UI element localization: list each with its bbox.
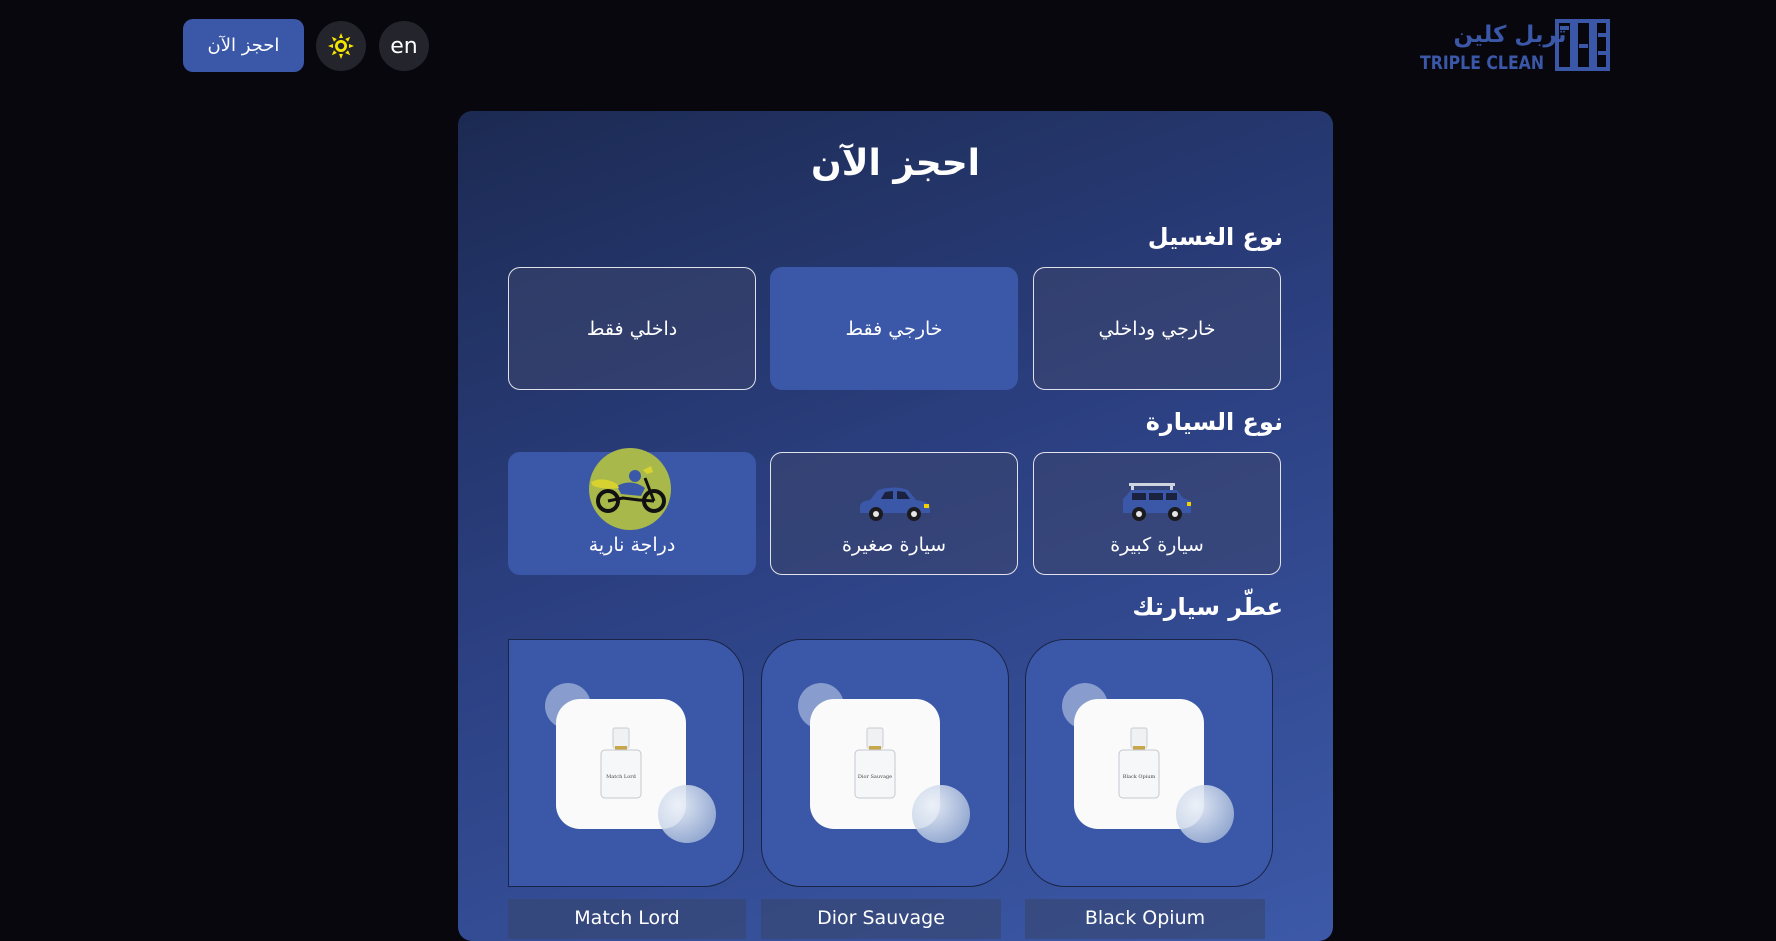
theme-toggle-button[interactable]	[316, 21, 366, 71]
wash-option-label: خارجي وداخلي	[1098, 317, 1216, 340]
booking-card: احجز الآن نوع الغسيل خارجي وداخلي خارجي …	[458, 111, 1333, 941]
small-car-icon	[854, 472, 934, 532]
svg-text:Black Opium: Black Opium	[1123, 774, 1156, 780]
book-now-button[interactable]: احجز الآن	[183, 19, 304, 72]
sun-icon	[328, 33, 354, 59]
svg-text:Match Lord: Match Lord	[606, 774, 636, 780]
svg-text:تربل كلين: تربل كلين	[1454, 22, 1567, 48]
perfume-card-dior-sauvage[interactable]: Dior Sauvage	[761, 639, 1009, 887]
top-bar: احجز الآن en تربل كلين TRIPLE CLEAN	[0, 0, 1776, 95]
page-title: احجز الآن	[810, 143, 981, 184]
wash-option-interior-only[interactable]: داخلي فقط	[508, 267, 756, 390]
wash-type-heading: نوع الغسيل	[1147, 223, 1283, 251]
motorcycle-icon	[587, 447, 677, 532]
vehicle-type-heading: نوع السيارة	[1145, 408, 1283, 436]
decorative-bubble	[1176, 785, 1234, 843]
vehicle-option-motorcycle[interactable]: دراجة نارية	[508, 447, 756, 575]
vehicle-option-small-car[interactable]: سيارة صغيرة	[770, 452, 1018, 575]
perfume-name: Black Opium	[1025, 899, 1265, 939]
perfume-name: Match Lord	[508, 899, 746, 939]
vehicle-option-label: سيارة صغيرة	[841, 533, 947, 556]
svg-text:Dior Sauvage: Dior Sauvage	[858, 774, 892, 780]
perfume-name: Dior Sauvage	[761, 899, 1001, 939]
wash-option-exterior-only[interactable]: خارجي فقط	[770, 267, 1018, 390]
language-toggle-button[interactable]: en	[379, 21, 429, 71]
perfume-heading: عطّر سيارتك	[1132, 593, 1283, 621]
perfume-card-black-opium[interactable]: Black Opium	[1025, 639, 1273, 887]
decorative-bubble	[912, 785, 970, 843]
wash-option-label: داخلي فقط	[586, 317, 678, 340]
decorative-bubble	[658, 785, 716, 843]
svg-text:TRIPLE CLEAN: TRIPLE CLEAN	[1420, 52, 1544, 74]
perfume-card-match-lord[interactable]: Match Lord	[508, 639, 744, 887]
triple-clean-logo[interactable]: تربل كلين TRIPLE CLEAN	[1418, 18, 1610, 74]
wash-option-label: خارجي فقط	[845, 317, 943, 340]
vehicle-option-label: دراجة نارية	[588, 533, 676, 556]
suv-icon	[1117, 472, 1197, 532]
wash-option-exterior-interior[interactable]: خارجي وداخلي	[1033, 267, 1281, 390]
vehicle-option-label: سيارة كبيرة	[1110, 533, 1204, 556]
vehicle-option-large-car[interactable]: سيارة كبيرة	[1033, 452, 1281, 575]
